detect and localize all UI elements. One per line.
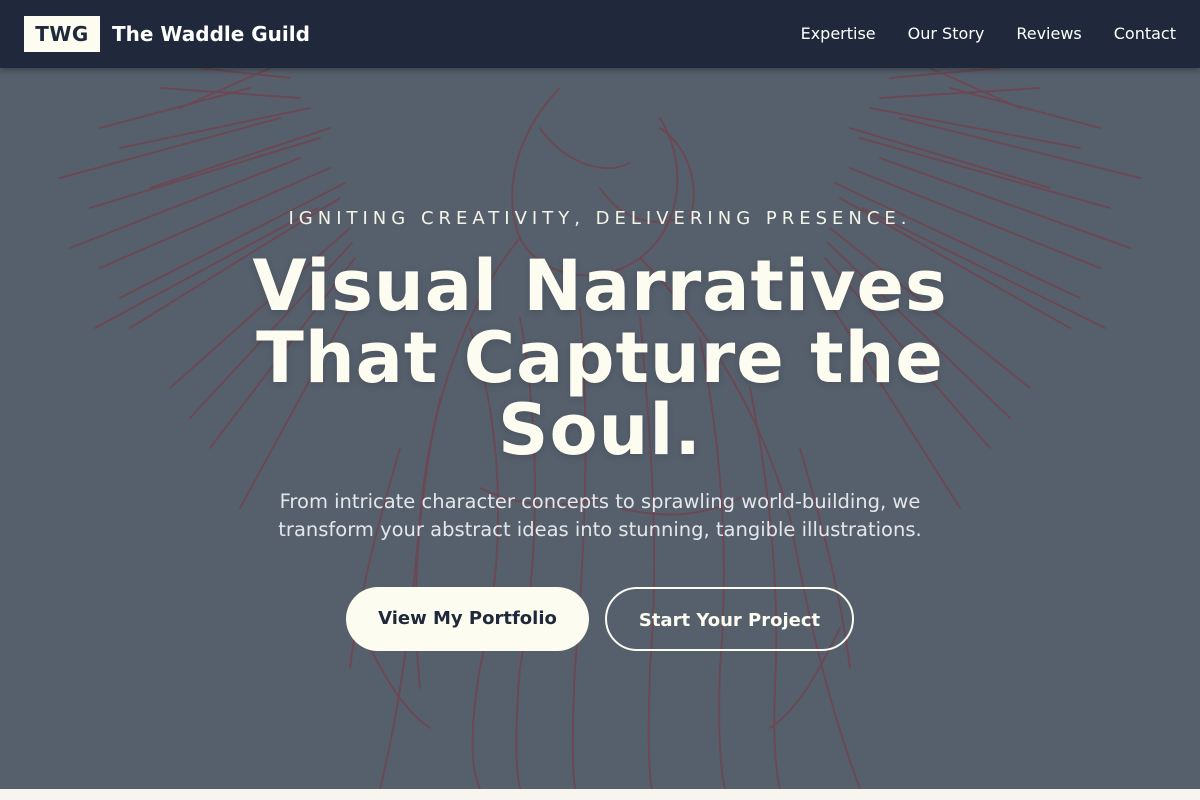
nav-link-contact[interactable]: Contact xyxy=(1114,20,1176,48)
hero-subtitle: From intricate character concepts to spr… xyxy=(278,490,922,541)
nav-link-expertise[interactable]: Expertise xyxy=(801,20,876,48)
logo-badge[interactable]: TWG xyxy=(24,16,100,52)
nav-links: Expertise Our Story Reviews Contact xyxy=(801,20,1176,48)
view-portfolio-button[interactable]: View My Portfolio xyxy=(346,587,589,651)
start-project-button[interactable]: Start Your Project xyxy=(605,587,854,651)
nav-link-reviews[interactable]: Reviews xyxy=(1016,20,1081,48)
brand-name[interactable]: The Waddle Guild xyxy=(112,20,310,48)
hero-tagline: IGNITING CREATIVITY, DELIVERING PRESENCE… xyxy=(288,208,912,229)
hero-headline: Visual Narratives That Capture the Soul. xyxy=(252,245,948,471)
nav-link-our-story[interactable]: Our Story xyxy=(908,20,985,48)
top-navbar: TWG The Waddle Guild Expertise Our Story… xyxy=(0,0,1200,68)
hero-content: IGNITING CREATIVITY, DELIVERING PRESENCE… xyxy=(0,68,1200,789)
next-section-edge xyxy=(0,789,1200,800)
